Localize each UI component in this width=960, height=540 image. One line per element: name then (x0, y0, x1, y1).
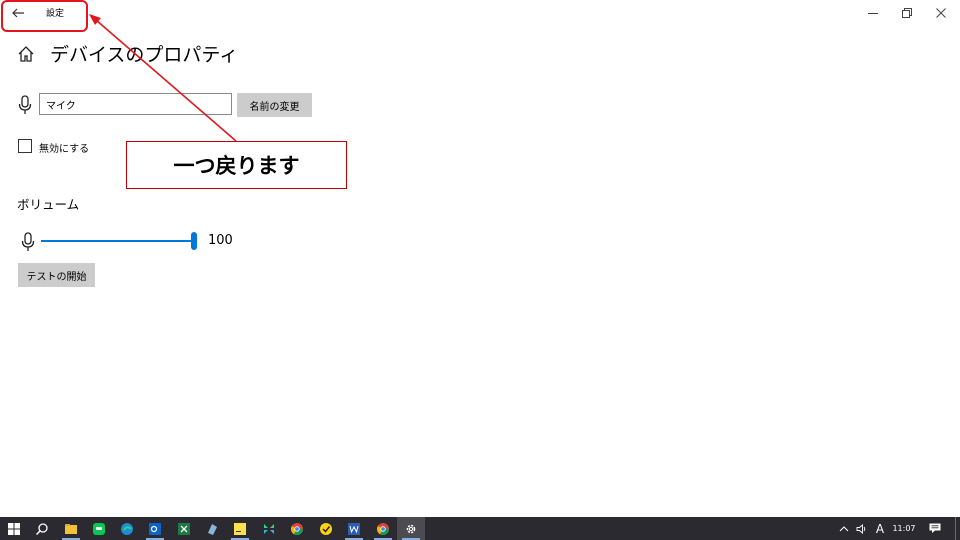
taskbar-search-button[interactable] (28, 517, 56, 540)
microphone-volume-icon (21, 232, 35, 252)
show-desktop-divider[interactable] (955, 517, 956, 540)
tray-action-center[interactable] (923, 517, 947, 540)
taskbar-notepad[interactable] (198, 517, 226, 540)
taskbar-word[interactable] (340, 517, 368, 540)
taskbar-edge[interactable] (113, 517, 141, 540)
windows-start-icon (8, 522, 20, 535)
annotation-callout: 一つ戻ります (126, 141, 347, 189)
file-explorer-icon (65, 523, 77, 534)
volume-value: 100 (208, 233, 233, 248)
tray-show-hidden-icons[interactable] (836, 517, 852, 540)
taskbar-chrome[interactable] (283, 517, 311, 540)
home-icon[interactable] (16, 44, 36, 64)
clock-time: 11:07 (892, 524, 916, 533)
taskbar-norton[interactable] (312, 517, 340, 540)
chrome-alt-icon (377, 522, 389, 535)
search-icon (36, 522, 48, 535)
taskbar-excel[interactable] (170, 517, 198, 540)
tray-ime-indicator[interactable]: A (871, 517, 889, 540)
restore-button[interactable] (890, 0, 924, 26)
volume-slider-thumb[interactable] (191, 232, 197, 250)
line-icon (93, 522, 105, 535)
outlook-icon (149, 522, 161, 535)
excel-icon (178, 522, 190, 535)
rename-button[interactable]: 名前の変更 (237, 93, 312, 117)
word-icon (348, 522, 360, 535)
taskbar-chrome-alt[interactable] (369, 517, 397, 540)
notepad-icon (208, 523, 217, 535)
volume-heading: ボリューム (17, 197, 80, 212)
restore-icon (902, 8, 912, 18)
norton-icon (320, 522, 332, 535)
title-bar (0, 0, 960, 26)
disable-checkbox-label: 無効にする (39, 144, 90, 155)
taskbar-app-grid[interactable] (255, 517, 283, 540)
disable-checkbox[interactable] (18, 139, 32, 153)
annotation-highlight-box (1, 0, 88, 32)
taskbar-outlook[interactable] (141, 517, 169, 540)
settings-icon (406, 524, 416, 533)
windows-start-button[interactable] (0, 517, 28, 540)
sticky-notes-icon (234, 522, 246, 535)
minimize-button[interactable] (856, 0, 890, 26)
edge-icon (121, 522, 133, 535)
close-icon (936, 8, 946, 18)
device-name-input[interactable] (39, 93, 232, 115)
chrome-icon (291, 522, 303, 535)
start-test-button[interactable]: テストの開始 (18, 263, 95, 287)
taskbar-sticky-notes[interactable] (226, 517, 254, 540)
app-grid-icon (264, 523, 274, 534)
taskbar-line[interactable] (85, 517, 113, 540)
taskbar-settings[interactable] (397, 517, 425, 540)
close-button[interactable] (924, 0, 958, 26)
microphone-icon (18, 95, 32, 115)
speaker-icon (856, 523, 866, 534)
page-title: デバイスのプロパティ (50, 44, 239, 66)
taskbar-file-explorer[interactable] (57, 517, 85, 540)
ime-mode-label: A (875, 521, 885, 536)
chevron-up-icon (839, 525, 849, 531)
volume-slider-track[interactable] (41, 240, 194, 242)
minimize-icon (868, 13, 878, 14)
tray-clock[interactable]: 11:07 (889, 517, 919, 540)
notification-icon (929, 523, 941, 533)
tray-volume[interactable] (853, 517, 871, 540)
